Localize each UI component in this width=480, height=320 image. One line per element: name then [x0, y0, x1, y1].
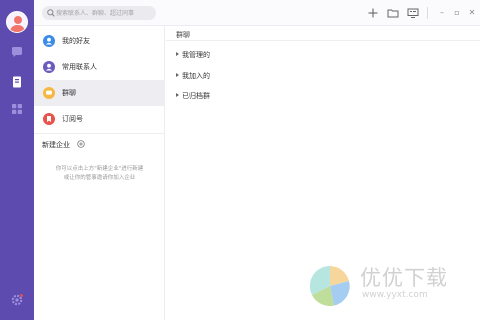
person-icon [43, 61, 55, 73]
top-bar: – ▫ ✕ [34, 0, 480, 26]
plus-circle-icon[interactable] [77, 140, 85, 148]
contacts-book-icon[interactable] [10, 75, 24, 89]
sidebar-item-subscriptions[interactable]: 订阅号 [34, 106, 165, 132]
sidebar-item-label: 订阅号 [62, 115, 83, 123]
minimize-button[interactable]: – [436, 6, 448, 20]
group-category-joined[interactable]: 我加入的 [176, 71, 210, 81]
sidebar-item-label: 我的好友 [62, 37, 90, 45]
caret-right-icon [176, 52, 179, 56]
group-category-label: 已归档群 [182, 92, 210, 100]
title-divider [166, 40, 480, 41]
group-category-label: 我加入的 [182, 72, 210, 80]
panel-divider [34, 133, 165, 134]
avatar-body [10, 24, 25, 32]
search-input[interactable] [56, 7, 152, 19]
chat-icon[interactable] [10, 45, 24, 59]
hint-line: 你可以点击上方"新建企业"进行新建 [55, 166, 144, 172]
sidebar-item-friends[interactable]: 我的好友 [34, 28, 165, 54]
page-title: 群聊 [176, 31, 190, 39]
watermark-url: www.yyxt.com [362, 290, 428, 300]
maximize-button[interactable]: ▫ [451, 6, 463, 20]
caret-right-icon [176, 73, 179, 77]
sidebar-item-label: 常用联系人 [62, 63, 97, 71]
settings-gear-icon[interactable] [10, 293, 24, 307]
folder-icon[interactable] [386, 6, 400, 20]
left-rail [0, 0, 34, 320]
hint-line: 或让你的管事邀请你加入企业 [63, 175, 136, 181]
sidebar-item-frequent-contacts[interactable]: 常用联系人 [34, 54, 165, 80]
contact-panel: 我的好友 常用联系人 群聊 订阅号 新建企业 你可以点击上方"新建企业"进行新建… [34, 26, 165, 320]
new-enterprise-hint: 你可以点击上方"新建企业"进行新建 或让你的管事邀请你加入企业 [34, 165, 165, 183]
avatar[interactable] [6, 11, 28, 33]
group-category-managed[interactable]: 我管理的 [176, 50, 210, 60]
sidebar-item-label: 群聊 [62, 89, 76, 97]
apps-grid-icon[interactable] [10, 102, 24, 116]
search-box[interactable] [42, 6, 156, 20]
sidebar-item-groups[interactable]: 群聊 [34, 80, 165, 106]
plus-icon[interactable] [366, 6, 380, 20]
avatar-head [13, 15, 22, 24]
caret-right-icon [176, 93, 179, 97]
toolbar-divider [427, 7, 428, 19]
screen-icon[interactable] [406, 6, 420, 20]
watermark-logo-icon [306, 262, 354, 310]
search-icon [46, 8, 56, 18]
new-enterprise-button[interactable]: 新建企业 [42, 140, 70, 150]
watermark-text: 优优下载 [360, 266, 448, 290]
bookmark-icon [43, 113, 55, 125]
group-category-archived[interactable]: 已归档群 [176, 91, 210, 101]
person-icon [43, 35, 55, 47]
group-category-label: 我管理的 [182, 51, 210, 59]
chat-bubble-icon [43, 87, 55, 99]
close-button[interactable]: ✕ [466, 6, 478, 20]
